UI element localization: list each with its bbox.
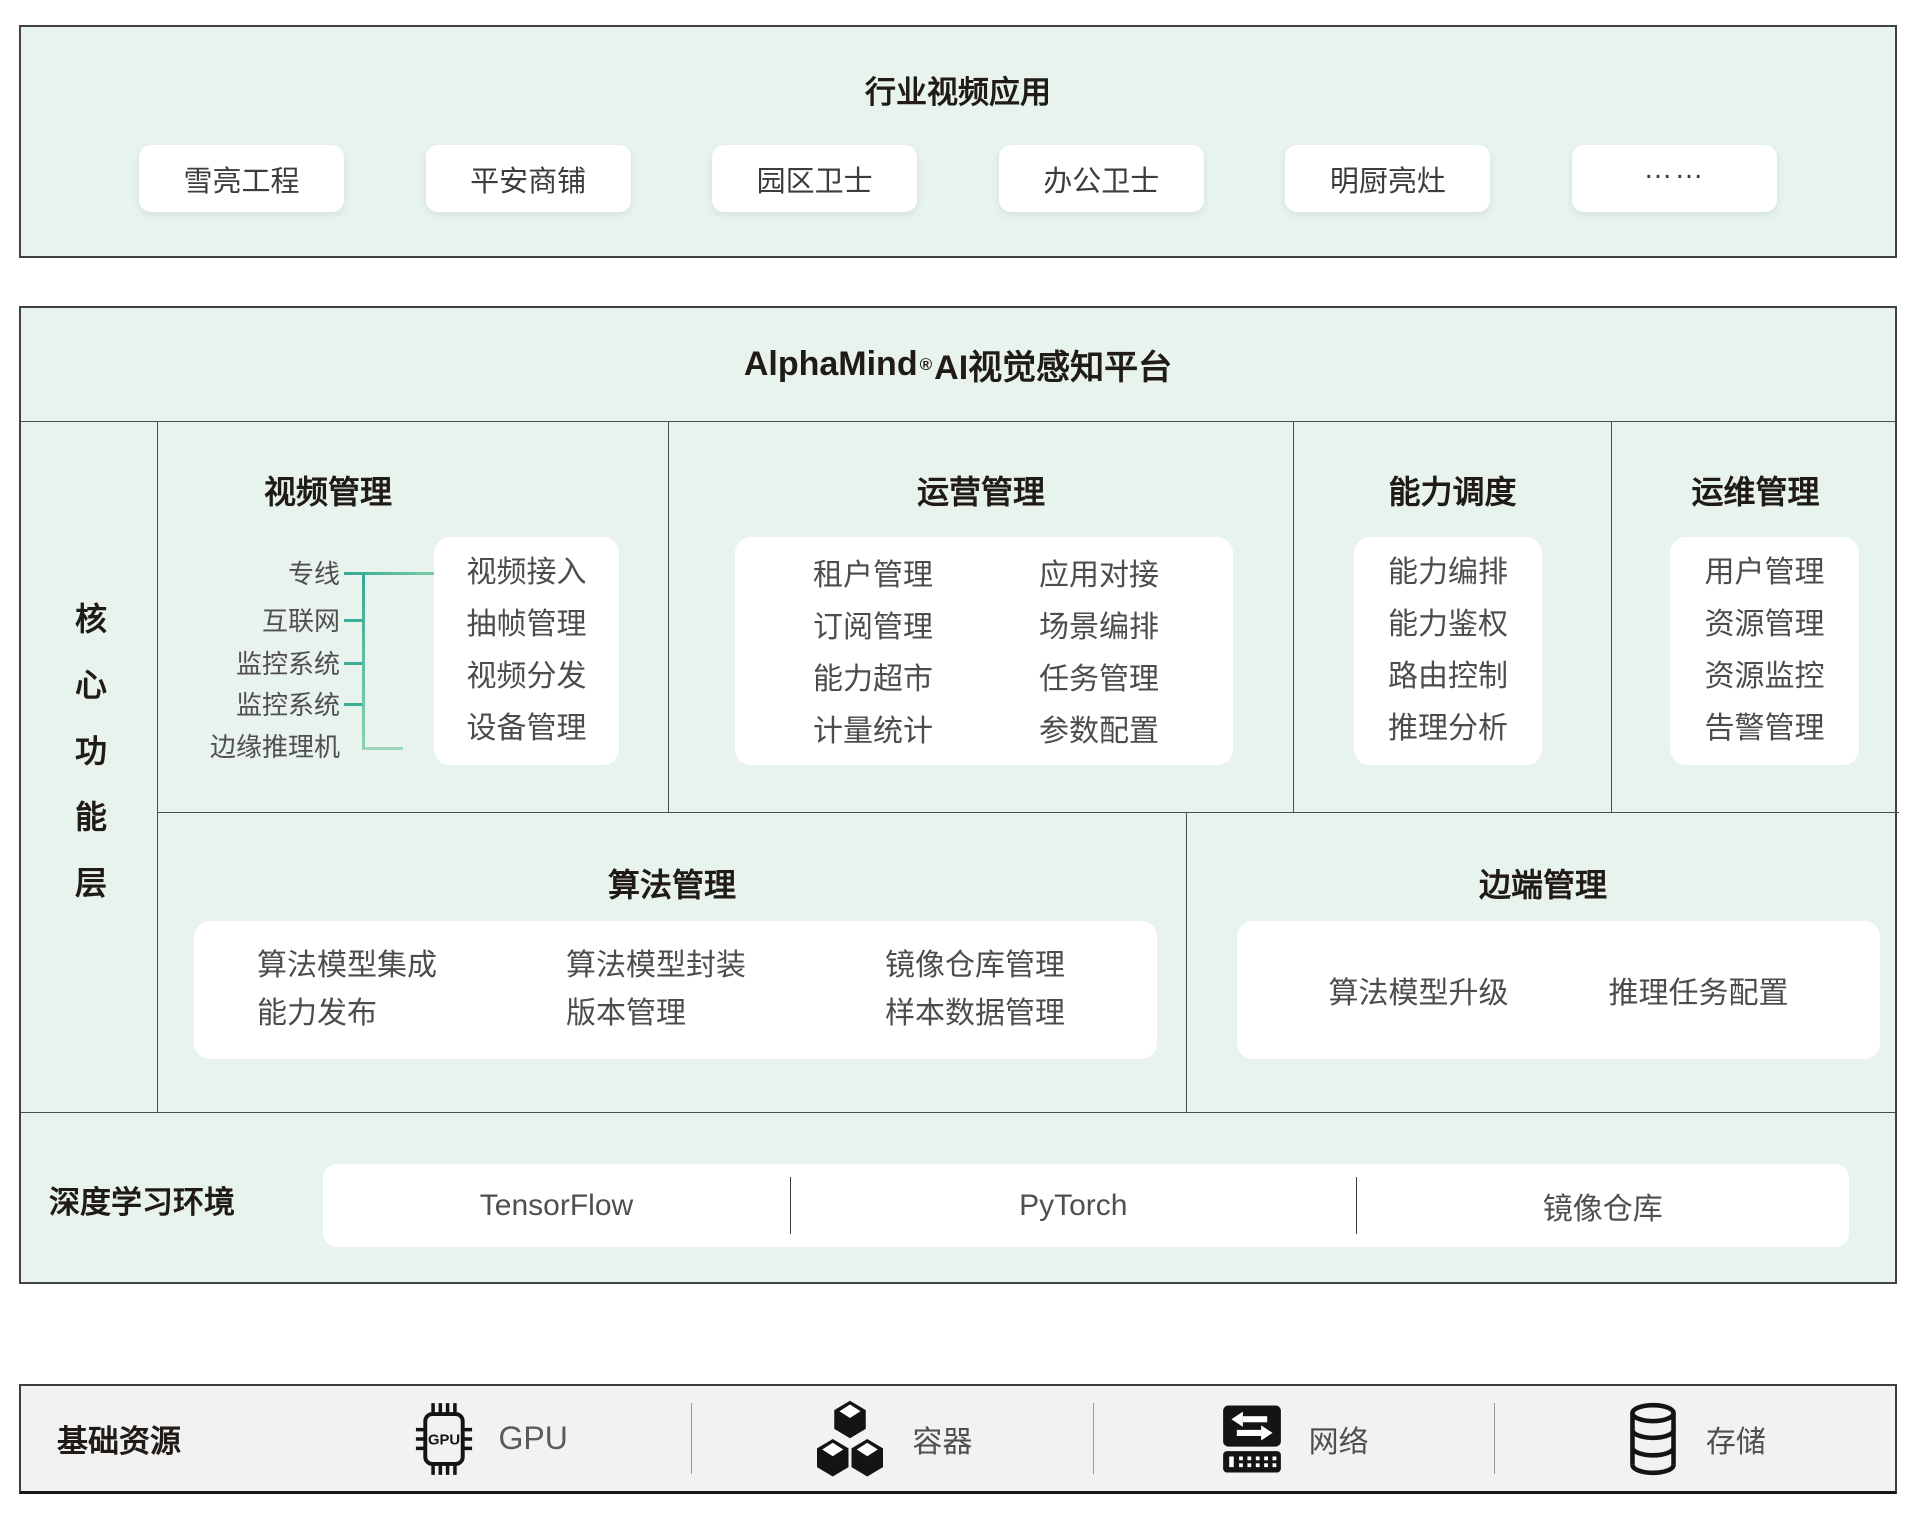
gpu-chip-icon: GPU: [414, 1400, 474, 1478]
infra-item-container: 容器: [692, 1386, 1092, 1491]
app-pill-bangong: 办公卫士: [999, 145, 1204, 212]
infra-item-storage: 存储: [1495, 1386, 1895, 1491]
core-layer-strip: 核心功能层: [21, 422, 158, 1112]
tree-trunk-line: [362, 572, 365, 750]
edge-title: 边端管理: [1187, 860, 1899, 906]
column-capability-scheduling: 能力调度 能力编排 能力鉴权 路由控制 推理分析: [1294, 422, 1612, 812]
column-om-management: 运维管理 用户管理 资源管理 资源监控 告警管理: [1612, 422, 1899, 812]
video-source-label: 监控系统: [158, 688, 340, 722]
video-source-label: 监控系统: [158, 647, 340, 681]
sched-title: 能力调度: [1294, 467, 1611, 513]
infra-item-gpu: GPU GPU: [291, 1386, 691, 1491]
app-pill-xueliang: 雪亮工程: [139, 145, 344, 212]
dl-env-pill: TensorFlow PyTorch 镜像仓库: [323, 1164, 1849, 1247]
app-pill-yuanqu: 园区卫士: [712, 145, 917, 212]
column-video-management: 视频管理 专线 互联网 监控系统 监控系统 边缘推理机 视频接入 抽帧管理 视频…: [158, 422, 669, 812]
sched-card: 能力编排 能力鉴权 路由控制 推理分析: [1354, 537, 1542, 765]
algo-col-1: 算法模型集成 能力发布: [257, 942, 437, 1038]
platform-brand: AlphaMind: [744, 345, 918, 384]
platform-title-rest: AI视觉感知平台: [934, 340, 1172, 389]
app-pill-mingchu: 明厨亮灶: [1285, 145, 1490, 212]
infra-label: 基础资源: [21, 1386, 291, 1491]
column-operations-management: 运营管理 租户管理 订阅管理 能力超市 计量统计 应用对接 场景编排 任务管理 …: [669, 422, 1294, 812]
algo-col-2: 算法模型封装 版本管理: [566, 942, 746, 1038]
ops-right-list: 应用对接 场景编排 任务管理 参数配置: [1039, 550, 1159, 765]
dl-env-label: 深度学习环境: [49, 1113, 235, 1286]
architecture-diagram: 行业视频应用 雪亮工程 平安商铺 园区卫士 办公卫士 明厨亮灶 …… Alpha…: [0, 0, 1920, 1522]
algo-card: 算法模型集成 能力发布 算法模型封装 版本管理 镜像仓库管理 样本数据管理: [194, 921, 1157, 1059]
containers-icon: [812, 1400, 888, 1478]
algo-title: 算法管理: [158, 860, 1186, 906]
platform-section: AlphaMind® AI视觉感知平台 核心功能层 视频管理 专线 互联网 监控…: [19, 306, 1897, 1284]
section-edge-management: 边端管理 算法模型升级 推理任务配置: [1187, 812, 1899, 1112]
platform-title: AlphaMind® AI视觉感知平台: [21, 308, 1895, 422]
core-layer-label: 核心功能层: [66, 602, 112, 932]
infra-item-network: 网络: [1094, 1386, 1494, 1491]
dl-env-strip: 深度学习环境 TensorFlow PyTorch 镜像仓库: [21, 1112, 1895, 1286]
dl-env-tensorflow: TensorFlow: [323, 1164, 790, 1247]
industry-apps-pill-row: 雪亮工程 平安商铺 园区卫士 办公卫士 明厨亮灶 ……: [139, 145, 1777, 212]
svg-text:GPU: GPU: [428, 1432, 460, 1448]
om-title: 运维管理: [1612, 467, 1899, 513]
tree-connector-line: [344, 572, 434, 575]
video-source-label: 专线: [158, 557, 340, 591]
network-switch-icon: [1219, 1401, 1285, 1477]
section-algorithm-management: 算法管理 算法模型集成 能力发布 算法模型封装 版本管理 镜像仓库管理 样本数据…: [158, 812, 1187, 1112]
ops-left-list: 租户管理 订阅管理 能力超市 计量统计: [813, 550, 933, 765]
ops-mgmt-card: 租户管理 订阅管理 能力超市 计量统计 应用对接 场景编排 任务管理 参数配置: [735, 537, 1233, 765]
video-source-label: 互联网: [158, 604, 340, 638]
industry-apps-title: 行业视频应用: [21, 67, 1895, 112]
industry-apps-section: 行业视频应用 雪亮工程 平安商铺 园区卫士 办公卫士 明厨亮灶 ……: [19, 25, 1897, 258]
app-pill-pingan: 平安商铺: [426, 145, 631, 212]
ops-mgmt-title: 运营管理: [669, 467, 1293, 513]
edge-card: 算法模型升级 推理任务配置: [1237, 921, 1880, 1059]
om-card: 用户管理 资源管理 资源监控 告警管理: [1670, 537, 1859, 765]
video-mgmt-title: 视频管理: [158, 467, 498, 513]
storage-icon: [1624, 1401, 1682, 1477]
algo-col-3: 镜像仓库管理 样本数据管理: [885, 942, 1065, 1038]
infra-section: 基础资源 GPU GPU: [19, 1384, 1897, 1494]
tree-end-dash: [365, 747, 403, 750]
dl-env-pytorch: PyTorch: [791, 1164, 1356, 1247]
video-mgmt-card: 视频接入 抽帧管理 视频分发 设备管理: [434, 537, 619, 765]
app-pill-ellipsis: ……: [1572, 145, 1777, 212]
dl-env-registry: 镜像仓库: [1357, 1164, 1849, 1247]
video-source-label: 边缘推理机: [158, 730, 340, 764]
